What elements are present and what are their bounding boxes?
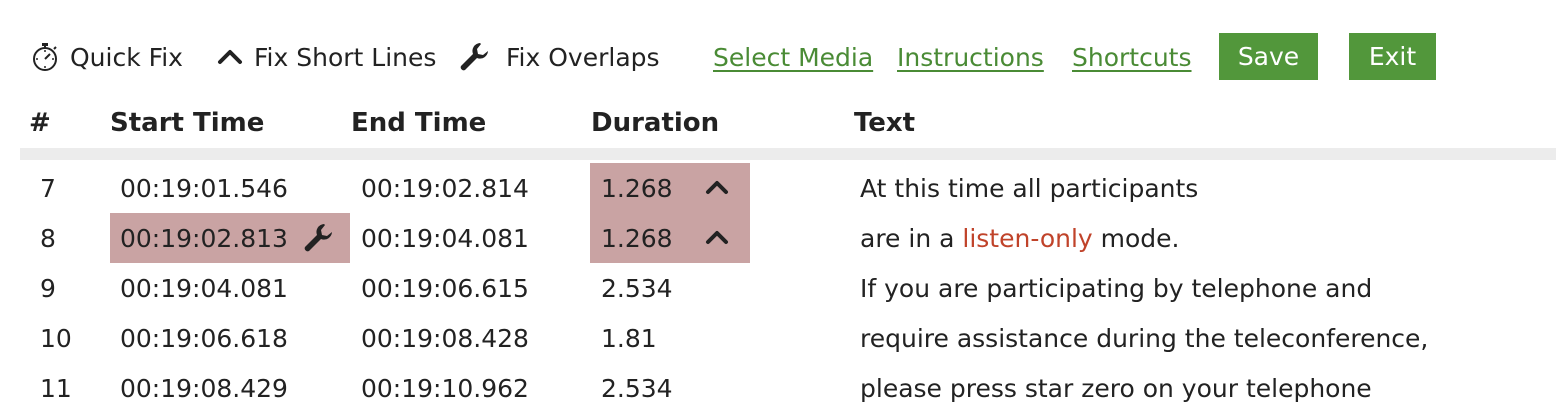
header-number: # bbox=[29, 108, 51, 138]
text-cell[interactable]: If you are participating by telephone an… bbox=[860, 263, 1372, 313]
row-number: 10 bbox=[40, 323, 72, 353]
header-start-time: Start Time bbox=[110, 108, 265, 138]
duration-cell[interactable]: 2.534 bbox=[601, 363, 673, 413]
start-time-cell[interactable]: 00:19:04.081 bbox=[120, 263, 288, 313]
duration-cell-warning[interactable]: 1.268 bbox=[590, 213, 750, 263]
save-button[interactable]: Save bbox=[1219, 33, 1318, 80]
start-time-cell-warning[interactable]: 00:19:02.813 bbox=[110, 213, 350, 263]
scroll-area-top-edge bbox=[20, 148, 1556, 160]
fix-overlaps-label: Fix Overlaps bbox=[506, 42, 660, 72]
wrench-icon bbox=[458, 40, 492, 74]
caption-editor: Quick Fix Fix Short Lines Fix Overlaps S… bbox=[0, 0, 1556, 416]
table-header: # Start Time End Time Duration Text bbox=[0, 100, 1556, 146]
table-row[interactable]: 10 00:19:06.618 00:19:08.428 1.81 requir… bbox=[0, 313, 1556, 363]
caption-text: please press star zero on your telephone bbox=[860, 373, 1372, 403]
text-cell[interactable]: At this time all participants bbox=[860, 163, 1198, 213]
duration-cell[interactable]: 2.534 bbox=[601, 263, 673, 313]
duration-value: 1.268 bbox=[601, 223, 673, 253]
instructions-link[interactable]: Instructions bbox=[897, 30, 1044, 84]
row-number: 9 bbox=[40, 273, 56, 303]
duration-cell-warning[interactable]: 1.268 bbox=[590, 163, 750, 213]
shortcuts-link[interactable]: Shortcuts bbox=[1072, 30, 1192, 84]
fix-short-lines-button[interactable]: Fix Short Lines bbox=[216, 30, 436, 84]
table-row[interactable]: 7 00:19:01.546 00:19:02.814 1.268 At thi… bbox=[0, 163, 1556, 213]
duration-value: 1.268 bbox=[601, 173, 673, 203]
quick-fix-button[interactable]: Quick Fix bbox=[30, 30, 183, 84]
toolbar: Quick Fix Fix Short Lines Fix Overlaps S… bbox=[0, 30, 1556, 84]
text-cell[interactable]: require assistance during the teleconfer… bbox=[860, 313, 1428, 363]
caption-text-before: are in a bbox=[860, 223, 963, 253]
end-time-cell[interactable]: 00:19:06.615 bbox=[361, 263, 529, 313]
stopwatch-icon bbox=[30, 41, 60, 73]
exit-button[interactable]: Exit bbox=[1349, 33, 1436, 80]
caret-up-icon[interactable] bbox=[704, 228, 730, 248]
row-number: 11 bbox=[40, 373, 72, 403]
header-end-time: End Time bbox=[351, 108, 487, 138]
fix-overlaps-button[interactable]: Fix Overlaps bbox=[458, 30, 660, 84]
table-row[interactable]: 8 00:19:02.813 00:19:04.081 1.268 are in… bbox=[0, 213, 1556, 263]
caret-up-icon bbox=[216, 47, 244, 67]
select-media-link[interactable]: Select Media bbox=[713, 30, 873, 84]
end-time-cell[interactable]: 00:19:04.081 bbox=[361, 213, 529, 263]
text-cell[interactable]: are in a listen-only mode. bbox=[860, 213, 1180, 263]
caret-up-icon[interactable] bbox=[704, 178, 730, 198]
end-time-cell[interactable]: 00:19:10.962 bbox=[361, 363, 529, 413]
caption-text-after: mode. bbox=[1092, 223, 1180, 253]
header-text: Text bbox=[854, 108, 916, 138]
caption-text: require assistance during the teleconfer… bbox=[860, 323, 1429, 353]
caption-text-highlight: listen-only bbox=[962, 223, 1093, 253]
start-time-cell[interactable]: 00:19:06.618 bbox=[120, 313, 288, 363]
start-time-value: 00:19:02.813 bbox=[120, 223, 288, 253]
text-cell[interactable]: please press star zero on your telephone bbox=[860, 363, 1372, 413]
duration-cell[interactable]: 1.81 bbox=[601, 313, 657, 363]
header-duration: Duration bbox=[591, 108, 720, 138]
end-time-cell[interactable]: 00:19:08.428 bbox=[361, 313, 529, 363]
start-time-cell[interactable]: 00:19:08.429 bbox=[120, 363, 288, 413]
fix-short-lines-label: Fix Short Lines bbox=[254, 42, 437, 72]
quick-fix-label: Quick Fix bbox=[70, 42, 183, 72]
table-row[interactable]: 9 00:19:04.081 00:19:06.615 2.534 If you… bbox=[0, 263, 1556, 313]
caption-text: At this time all participants bbox=[860, 173, 1199, 203]
table-row[interactable]: 11 00:19:08.429 00:19:10.962 2.534 pleas… bbox=[0, 363, 1556, 413]
end-time-cell[interactable]: 00:19:02.814 bbox=[361, 163, 529, 213]
row-number: 7 bbox=[40, 173, 56, 203]
wrench-icon[interactable] bbox=[302, 221, 336, 255]
caption-text: If you are participating by telephone an… bbox=[860, 273, 1373, 303]
start-time-cell[interactable]: 00:19:01.546 bbox=[120, 163, 288, 213]
row-number: 8 bbox=[40, 223, 56, 253]
